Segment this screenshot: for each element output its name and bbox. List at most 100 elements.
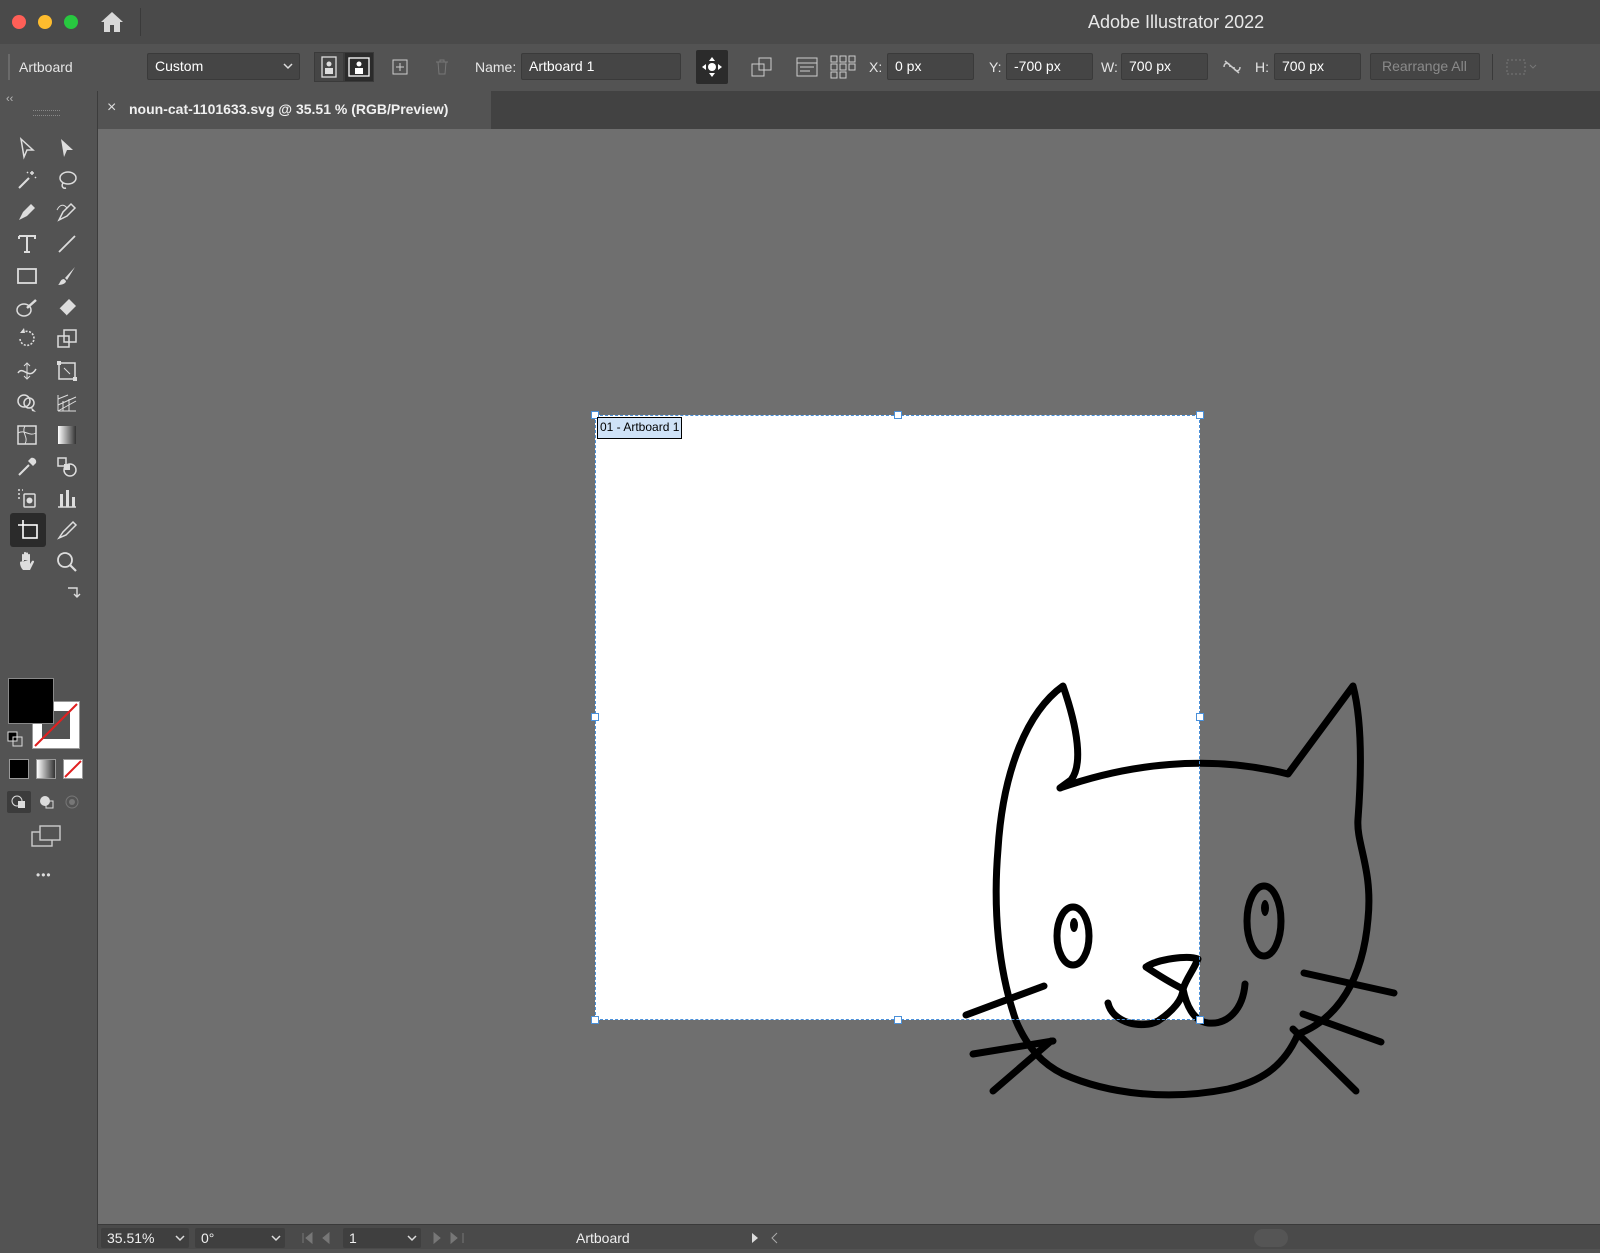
rotate-tool-icon[interactable]	[12, 324, 42, 354]
last-artboard-icon[interactable]	[428, 1228, 470, 1248]
cat-jaw	[1059, 1030, 1302, 1099]
first-artboard-icon[interactable]	[300, 1228, 342, 1248]
current-tool-label: Artboard	[576, 1230, 630, 1246]
artboards-panel-icon[interactable]	[792, 52, 822, 82]
move-artwork-with-artboard-icon[interactable]	[696, 50, 728, 84]
blend-tool-icon[interactable]	[52, 452, 82, 482]
none-mode-button[interactable]	[63, 759, 83, 779]
home-icon[interactable]	[99, 10, 125, 34]
canvas-area[interactable]: 01 - Artboard 1	[98, 129, 1600, 1224]
resize-handle-left[interactable]	[591, 713, 599, 721]
resize-handle-bottom-right[interactable]	[1196, 1016, 1204, 1024]
rearrange-grid-icon[interactable]	[828, 52, 858, 82]
line-segment-tool-icon[interactable]	[52, 229, 82, 259]
change-screen-mode-icon[interactable]	[31, 825, 63, 849]
scale-tool-icon[interactable]	[52, 324, 82, 354]
gradient-mode-button[interactable]	[36, 759, 56, 779]
zoom-value: 35.51%	[107, 1230, 155, 1246]
curvature-tool-icon[interactable]	[52, 197, 82, 227]
rotation-select[interactable]: 0°	[195, 1228, 285, 1248]
rectangle-tool-icon[interactable]	[12, 261, 42, 291]
type-tool-icon[interactable]	[12, 229, 42, 259]
pen-tool-icon[interactable]	[12, 197, 42, 227]
document-tab-title: noun-cat-1101633.svg @ 35.51 % (RGB/Prev…	[129, 101, 449, 117]
close-window-button[interactable]	[12, 15, 26, 29]
document-tab[interactable]: × noun-cat-1101633.svg @ 35.51 % (RGB/Pr…	[98, 91, 491, 129]
artboard-tool-icon[interactable]	[10, 513, 46, 547]
resize-handle-bottom-left[interactable]	[591, 1016, 599, 1024]
shape-builder-tool-icon[interactable]	[12, 388, 42, 418]
cat-mouth	[1104, 980, 1249, 1029]
swap-fill-stroke-icon[interactable]	[65, 585, 81, 601]
portrait-orientation-button[interactable]	[314, 52, 344, 82]
y-label: Y:	[989, 59, 1002, 75]
minimize-window-button[interactable]	[38, 15, 52, 29]
paintbrush-tool-icon[interactable]	[52, 261, 82, 291]
x-input[interactable]: 0 px	[887, 53, 974, 80]
shaper-tool-icon[interactable]	[12, 293, 42, 323]
resize-handle-top[interactable]	[894, 411, 902, 419]
align-options-icon[interactable]	[1503, 52, 1541, 82]
selection-tool-icon[interactable]	[12, 133, 42, 163]
w-label: W:	[1101, 59, 1118, 75]
app-title: Adobe Illustrator 2022	[1088, 12, 1265, 32]
title-bar: Adobe Illustrator 2022	[0, 0, 1600, 44]
hand-tool-icon[interactable]	[12, 547, 42, 577]
mesh-tool-icon[interactable]	[12, 420, 42, 450]
eraser-tool-icon[interactable]	[52, 293, 82, 323]
collapse-panel-icon[interactable]: ‹‹	[6, 93, 13, 105]
w-input[interactable]: 700 px	[1121, 53, 1208, 80]
grip-handle[interactable]	[8, 54, 10, 80]
status-menu-icon[interactable]	[746, 1228, 786, 1248]
gradient-tool-icon[interactable]	[52, 420, 82, 450]
chevron-down-icon	[407, 1228, 417, 1253]
magic-wand-tool-icon[interactable]	[12, 165, 42, 195]
panel-grip[interactable]	[33, 110, 60, 116]
cat-head-top	[1056, 682, 1373, 1038]
resize-handle-top-right[interactable]	[1196, 411, 1204, 419]
preset-select[interactable]: Custom	[147, 53, 300, 80]
eyedropper-tool-icon[interactable]	[12, 452, 42, 482]
cat-artwork[interactable]	[98, 129, 1600, 1224]
close-tab-icon[interactable]: ×	[107, 99, 116, 117]
symbol-sprayer-tool-icon[interactable]	[12, 483, 42, 513]
control-divider	[1492, 54, 1493, 80]
chevron-down-icon	[271, 1228, 281, 1253]
title-divider	[140, 8, 141, 36]
artboard-name-input[interactable]: Artboard 1	[521, 53, 681, 80]
color-mode-button[interactable]	[9, 759, 29, 779]
delete-artboard-icon[interactable]	[427, 52, 457, 82]
zoom-window-button[interactable]	[64, 15, 78, 29]
mode-label: Artboard	[19, 59, 73, 75]
resize-handle-right[interactable]	[1196, 713, 1204, 721]
preset-value: Custom	[155, 58, 204, 74]
new-artboard-icon[interactable]	[385, 52, 415, 82]
width-tool-icon[interactable]	[12, 356, 42, 386]
artboard-name-label[interactable]: 01 - Artboard 1	[597, 417, 683, 439]
rearrange-all-button[interactable]: Rearrange All	[1370, 53, 1480, 80]
chevron-down-icon	[175, 1228, 185, 1253]
default-fill-stroke-icon[interactable]	[6, 730, 24, 748]
artboard-options-icon[interactable]	[747, 52, 777, 82]
resize-handle-bottom[interactable]	[894, 1016, 902, 1024]
free-transform-tool-icon[interactable]	[52, 356, 82, 386]
lasso-tool-icon[interactable]	[52, 165, 82, 195]
artboard-number-select[interactable]: 1	[343, 1228, 421, 1248]
perspective-grid-tool-icon[interactable]	[52, 388, 82, 418]
zoom-select[interactable]: 35.51%	[101, 1228, 189, 1248]
draw-normal-icon[interactable]	[7, 791, 31, 813]
cat-left-eye	[1053, 903, 1093, 969]
zoom-tool-icon[interactable]	[52, 547, 82, 577]
scrollbar-thumb[interactable]	[1254, 1229, 1288, 1247]
y-input[interactable]: -700 px	[1006, 53, 1093, 80]
constrain-proportions-icon[interactable]	[1217, 52, 1247, 82]
draw-inside-icon[interactable]	[60, 791, 84, 813]
edit-toolbar-icon[interactable]: •••	[36, 868, 52, 882]
slice-tool-icon[interactable]	[52, 515, 82, 545]
direct-selection-tool-icon[interactable]	[52, 133, 82, 163]
fill-swatch[interactable]	[8, 678, 54, 724]
column-graph-tool-icon[interactable]	[52, 483, 82, 513]
draw-behind-icon[interactable]	[35, 791, 59, 813]
h-input[interactable]: 700 px	[1274, 53, 1361, 80]
landscape-orientation-button[interactable]	[344, 52, 374, 82]
